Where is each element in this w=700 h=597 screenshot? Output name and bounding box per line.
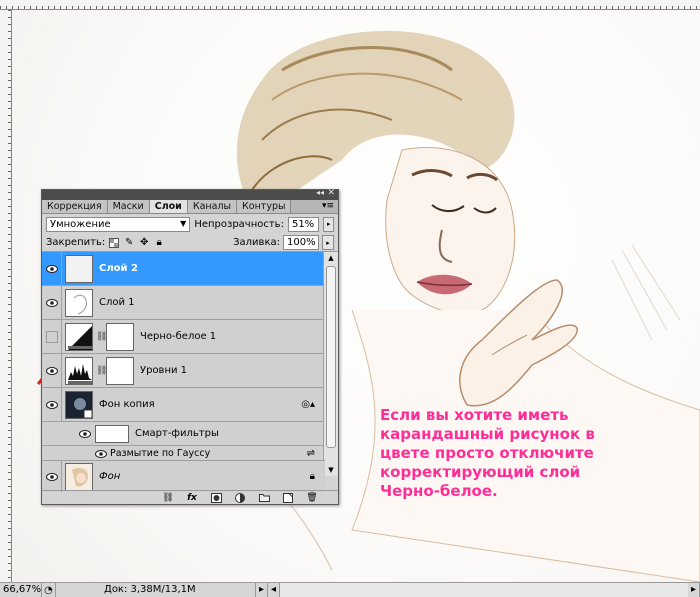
layer-thumbnail (65, 254, 93, 283)
photoshop-window: Если вы хотите иметь карандашный рисунок… (0, 0, 700, 597)
link-chain-icon[interactable]: ⛓︎ (96, 366, 107, 376)
opacity-arrow-button[interactable]: ▸ (323, 216, 334, 232)
layer-row-background-full[interactable]: Фон 🔒︎ (42, 460, 325, 492)
add-mask-icon[interactable] (210, 492, 222, 504)
eye-icon[interactable] (94, 446, 108, 461)
layer-name[interactable]: Смарт-фильтры (135, 428, 219, 439)
layer-row-sloy-1[interactable]: Слой 1 (42, 286, 325, 320)
new-layer-icon[interactable] (282, 492, 294, 504)
layer-mask-thumbnail (106, 356, 134, 385)
fill-input[interactable]: 100% (283, 235, 319, 250)
tab-masks[interactable]: Маски (107, 200, 150, 213)
blending-options-icon[interactable]: ⇌ (307, 448, 315, 459)
panel-titlebar[interactable]: ◂◂ ✕ (42, 188, 338, 200)
layer-row-levels-1[interactable]: ⛓︎ Уровни 1 (42, 354, 325, 388)
lock-transparency-icon[interactable] (108, 237, 120, 249)
lock-image-brush-icon[interactable]: ✎ (123, 237, 135, 249)
layer-thumbnail (65, 288, 93, 317)
panel-footer: ⛓︎ fx 🗑︎ (42, 490, 338, 504)
status-menu-arrow[interactable]: ▸ (256, 583, 268, 597)
left-ruler[interactable] (0, 10, 12, 582)
eye-icon[interactable] (42, 354, 62, 387)
instruction-annotation: Если вы хотите иметь карандашный рисунок… (380, 406, 595, 500)
layer-name[interactable]: Слой 2 (99, 263, 138, 274)
scroll-thumb[interactable] (326, 266, 336, 448)
layer-mask-thumbnail (106, 322, 134, 351)
fx-effects-icon[interactable]: fx (186, 492, 198, 504)
opacity-input[interactable]: 51% (287, 216, 320, 232)
scroll-up-arrow[interactable]: ▲ (324, 252, 338, 264)
lock-icon: 🔒︎ (309, 471, 315, 482)
eye-icon[interactable] (42, 286, 62, 319)
visibility-toggle-empty[interactable] (42, 320, 62, 353)
blend-mode-value: Умножение (50, 218, 111, 230)
close-icon[interactable]: ✕ (327, 188, 335, 198)
lock-label: Закрепить: (46, 237, 106, 248)
horizontal-scrollbar[interactable] (280, 583, 688, 597)
folder-group-icon[interactable] (258, 492, 270, 504)
layer-name[interactable]: Уровни 1 (140, 365, 187, 376)
top-ruler[interactable] (0, 0, 700, 10)
panel-menu-icon[interactable]: ▾≡ (322, 200, 334, 213)
tab-channels[interactable]: Каналы (187, 200, 238, 213)
scroll-left-arrow[interactable]: ◂ (268, 583, 280, 597)
zoom-level[interactable]: 66,67% (0, 583, 42, 597)
layer-name[interactable]: Размытие по Гауссу (110, 448, 210, 459)
document-size: Док: 3,38M/13,1M (56, 583, 256, 597)
eye-icon[interactable] (42, 252, 62, 285)
status-bar: 66,67% ◔ Док: 3,38M/13,1M ▸ ◂ ▸ (0, 582, 700, 597)
scroll-right-arrow[interactable]: ▸ (688, 583, 700, 597)
fill-label: Заливка: (233, 237, 280, 248)
link-layers-icon[interactable]: ⛓︎ (162, 492, 174, 504)
indent-spacer (42, 446, 94, 461)
black-white-adjustment-icon (65, 322, 93, 351)
smart-filter-options-icon[interactable]: ◎▴ (301, 399, 315, 410)
filter-mask-thumbnail (95, 424, 129, 443)
indent-spacer (42, 422, 76, 445)
tab-layers[interactable]: Слои (149, 200, 188, 213)
lock-all-padlock-icon[interactable]: 🔒︎ (153, 237, 165, 249)
fill-arrow-button[interactable]: ▸ (322, 235, 334, 250)
layer-name[interactable]: Фон (99, 471, 120, 482)
smart-filters-row[interactable]: Смарт-фильтры (42, 422, 325, 446)
layer-row-black-white-1[interactable]: ⛓︎ Черно-белое 1 (42, 320, 325, 354)
layer-row-background-copy[interactable]: Фон копия ◎▴ (42, 388, 325, 422)
eye-icon[interactable] (76, 422, 94, 445)
layers-scrollbar[interactable]: ▲ ▼ (323, 252, 338, 476)
layers-list: Слой 2 Слой 1 ⛓︎ Черно-белое 1 ⛓︎ Уровни… (42, 252, 338, 476)
tab-paths[interactable]: Контуры (237, 200, 292, 213)
layer-name[interactable]: Фон копия (99, 399, 155, 410)
blend-mode-select[interactable]: Умножение ▼ (46, 216, 191, 232)
link-chain-icon[interactable]: ⛓︎ (96, 332, 107, 342)
layer-name[interactable]: Черно-белое 1 (140, 331, 216, 342)
layer-name[interactable]: Слой 1 (99, 297, 135, 308)
chevron-down-icon: ▼ (180, 218, 187, 228)
collapse-icon[interactable]: ◂◂ (316, 188, 324, 197)
background-thumbnail (65, 462, 93, 491)
eye-icon[interactable] (42, 461, 62, 492)
scroll-down-arrow[interactable]: ▼ (324, 464, 338, 476)
adjustment-layer-icon[interactable] (234, 492, 246, 504)
opacity-label: Непрозрачность: (194, 218, 284, 230)
eye-icon[interactable] (42, 388, 62, 421)
levels-adjustment-icon (65, 356, 93, 385)
smart-object-thumbnail (65, 390, 93, 419)
lock-position-move-icon[interactable]: ✥ (138, 237, 150, 249)
document-info-icon[interactable]: ◔ (42, 583, 56, 597)
layer-row-sloy-2[interactable]: Слой 2 (42, 252, 325, 286)
trash-icon[interactable]: 🗑︎ (306, 492, 318, 504)
tab-correction[interactable]: Коррекция (42, 200, 108, 213)
panel-tabs: Коррекция Маски Слои Каналы Контуры ▾≡ (42, 200, 338, 214)
layers-panel: ◂◂ ✕ Коррекция Маски Слои Каналы Контуры… (41, 188, 339, 505)
